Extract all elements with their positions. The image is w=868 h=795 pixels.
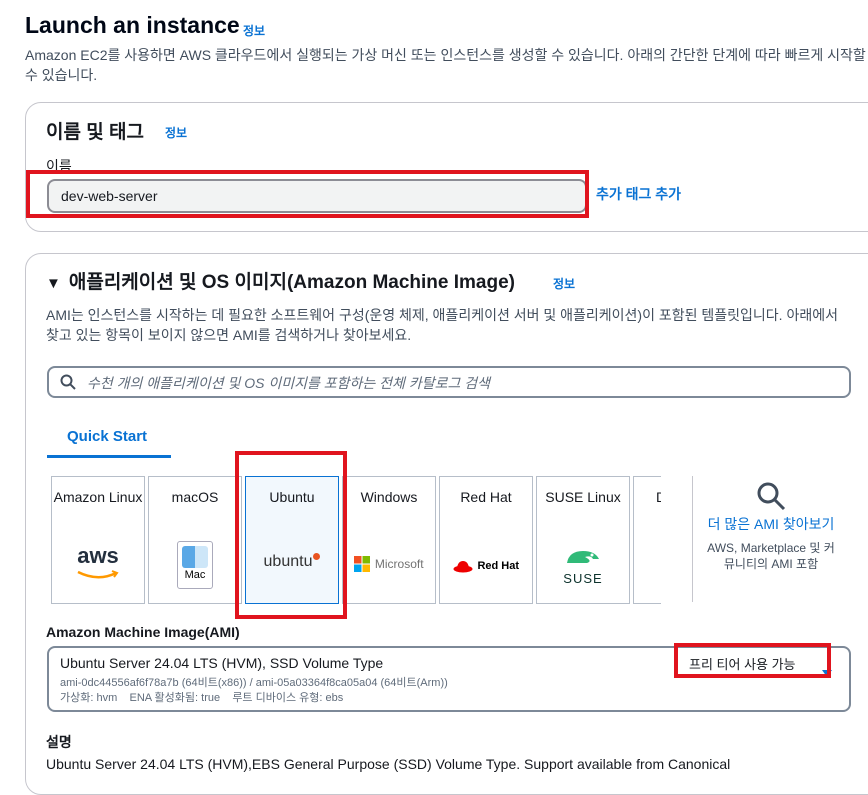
ami-search-input[interactable]: 수천 개의 애플리케이션 및 OS 이미지를 포함하는 전체 카탈로그 검색	[47, 366, 851, 398]
description-label: 설명	[46, 734, 72, 750]
browse-more-amis-link[interactable]: 더 많은 AMI 찾아보기	[706, 514, 836, 534]
os-card-amazon-linux[interactable]: Amazon Linux aws	[51, 476, 145, 604]
ami-select-ids: ami-0dc44556af6f78a7b (64비트(x86)) / ami-…	[60, 677, 448, 689]
ami-heading[interactable]: ▼ 애플리케이션 및 OS 이미지(Amazon Machine Image)	[46, 267, 515, 294]
divider	[692, 476, 693, 602]
red-hat-logo-icon: Red Hat	[440, 557, 532, 575]
os-card-label: SUSE Linux	[545, 489, 621, 505]
microsoft-logo-icon: Microsoft	[343, 555, 435, 573]
ami-select-attributes: 가상화: hvm ENA 활성화됨: true 루트 디바이스 유형: ebs	[60, 692, 344, 704]
ami-select-dropdown[interactable]: Ubuntu Server 24.04 LTS (HVM), SSD Volum…	[47, 646, 851, 712]
os-card-label: Ubuntu	[269, 489, 315, 505]
os-card-debian-partial[interactable]: D	[633, 476, 661, 604]
caret-down-icon[interactable]: ▼	[46, 275, 61, 292]
os-card-label: Red Hat	[460, 489, 512, 505]
name-tags-heading: 이름 및 태그	[46, 122, 144, 143]
name-tags-info-link[interactable]: 정보	[165, 124, 187, 141]
ami-description: AMI는 인스턴스를 시작하는 데 필요한 소프트웨어 구성(운영 체제, 애플…	[46, 307, 838, 343]
os-card-label: Windows	[360, 489, 418, 505]
suse-logo-icon: SUSE	[537, 547, 629, 586]
add-tag-link[interactable]: 추가 태그 추가	[596, 184, 681, 204]
title-info-link[interactable]: 정보	[243, 22, 265, 39]
ubuntu-logo-icon: ubuntu	[246, 553, 338, 571]
os-card-ubuntu[interactable]: Ubuntu ubuntu	[245, 476, 339, 604]
os-card-label: Amazon Linux	[53, 489, 143, 505]
browse-more-amis[interactable]: 더 많은 AMI 찾아보기 AWS, Marketplace 및 커뮤니티의 A…	[706, 480, 836, 572]
name-input[interactable]	[47, 179, 587, 213]
tab-quick-start-label: Quick Start	[67, 428, 148, 445]
ami-heading-text: 애플리케이션 및 OS 이미지(Amazon Machine Image)	[68, 272, 515, 293]
ami-select-label: Amazon Machine Image(AMI)	[46, 624, 240, 640]
search-icon	[59, 373, 77, 396]
name-label: 이름	[46, 158, 72, 174]
ami-select-title: Ubuntu Server 24.04 LTS (HVM), SSD Volum…	[60, 655, 384, 671]
os-card-red-hat[interactable]: Red Hat Red Hat	[439, 476, 533, 604]
os-card-suse-linux[interactable]: SUSE Linux SUSE	[536, 476, 630, 604]
os-card-label: D	[634, 487, 661, 507]
browse-more-amis-caption: AWS, Marketplace 및 커뮤니티의 AMI 포함	[707, 541, 835, 571]
page-description: Amazon EC2를 사용하면 AWS 클라우드에서 실행되는 가상 머신 또…	[25, 47, 866, 83]
page-title: Launch an instance	[25, 12, 240, 38]
mac-finder-icon: Mac	[149, 541, 241, 589]
os-card-macos[interactable]: macOS Mac	[148, 476, 242, 604]
os-card-windows[interactable]: Windows Microsoft	[342, 476, 436, 604]
search-icon	[755, 480, 787, 517]
os-card-label: macOS	[171, 489, 219, 505]
tab-active-indicator	[47, 455, 171, 458]
aws-logo-icon: aws	[52, 545, 144, 585]
free-tier-badge: 프리 티어 사용 가능	[689, 657, 796, 672]
search-placeholder: 수천 개의 애플리케이션 및 OS 이미지를 포함하는 전체 카탈로그 검색	[87, 375, 490, 391]
ami-info-link[interactable]: 정보	[553, 275, 575, 292]
tab-quick-start[interactable]: Quick Start	[47, 424, 171, 458]
description-text: Ubuntu Server 24.04 LTS (HVM),EBS Genera…	[46, 756, 731, 772]
caret-down-icon[interactable]	[822, 670, 832, 677]
